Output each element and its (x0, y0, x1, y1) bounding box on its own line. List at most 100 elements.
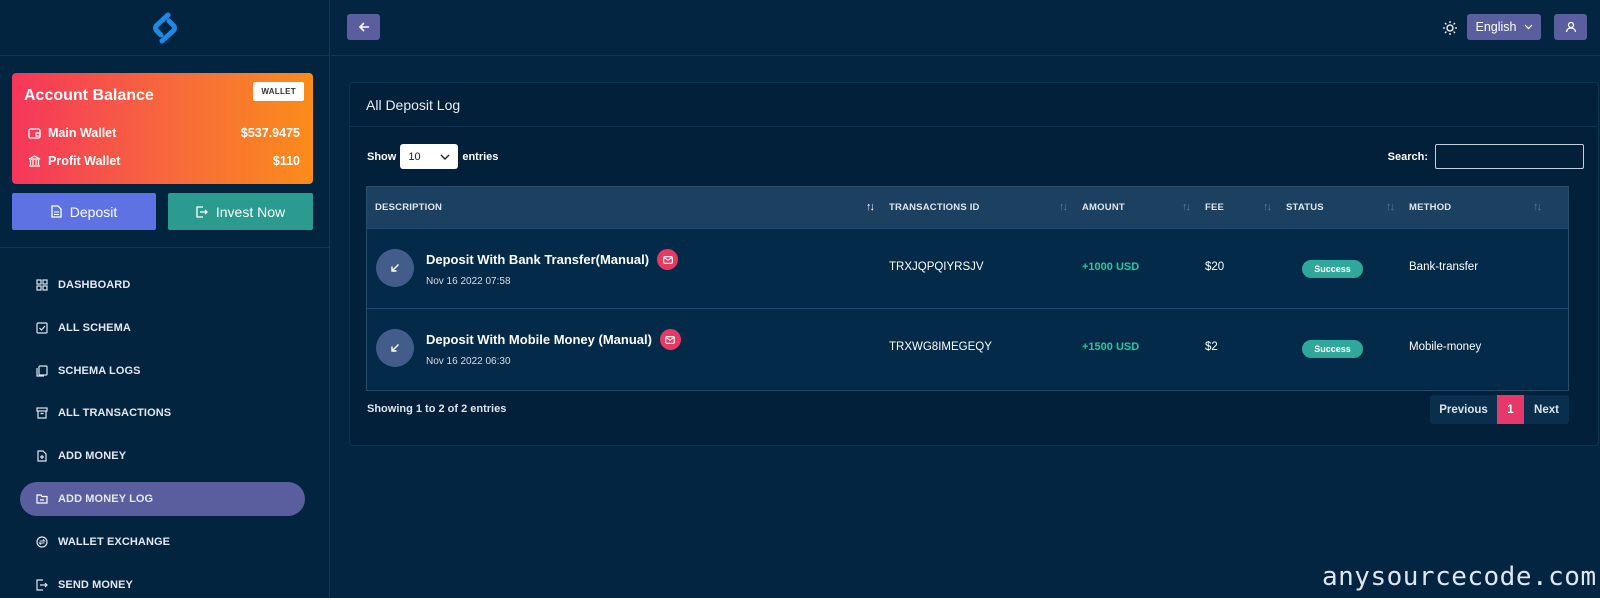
folder-icon (36, 494, 48, 504)
table-info: Showing 1 to 2 of 2 entries (367, 403, 507, 415)
show-label: Show (367, 150, 397, 163)
txn-fee: $2 (1205, 341, 1218, 353)
txn-title-text: Deposit With Mobile Money (Manual) (426, 332, 652, 347)
col-transactions-id[interactable]: TRANSACTIONS ID (889, 187, 980, 228)
invest-now-button[interactable]: Invest Now (168, 193, 313, 230)
table-row: Deposit With Mobile Money (Manual) Nov 1… (367, 308, 1568, 389)
box-arrow-icon (196, 205, 208, 218)
sidebar-item-label: WALLET EXCHANGE (58, 535, 171, 548)
main-wallet-value: $537.9475 (240, 126, 300, 140)
col-status[interactable]: STATUS (1286, 187, 1324, 228)
account-balance-card: Account Balance WALLET Main Wallet $537.… (12, 73, 313, 184)
sidebar-item-all-transactions[interactable]: ALL TRANSACTIONS (20, 396, 305, 430)
sidebar-nav: DASHBOARD ALL SCHEMA SCHEMA LOGS ALL TRA… (20, 268, 305, 598)
sidebar-divider (0, 247, 329, 248)
sidebar: Account Balance WALLET Main Wallet $537.… (0, 0, 330, 598)
mail-icon[interactable] (659, 329, 681, 350)
entries-select-value: 10 (408, 150, 421, 163)
txn-amount: +1500 USD (1082, 341, 1140, 353)
sidebar-item-wallet-exchange[interactable]: WALLET EXCHANGE (20, 525, 305, 559)
table-row: Deposit With Bank Transfer(Manual) Nov 1… (367, 228, 1568, 309)
txn-method: Mobile-money (1409, 341, 1482, 353)
sidebar-item-label: DASHBOARD (58, 279, 131, 291)
file-icon (51, 205, 62, 218)
entries-label: entries (462, 150, 499, 163)
col-method[interactable]: METHOD (1409, 187, 1451, 228)
sidebar-item-all-schema[interactable]: ALL SCHEMA (20, 311, 305, 345)
topbar: English (331, 0, 1600, 56)
user-menu-button[interactable] (1554, 14, 1587, 40)
file-plus-icon (37, 450, 47, 462)
txn-title: Deposit With Bank Transfer(Manual) (426, 249, 679, 270)
dashboard-icon (36, 279, 48, 291)
invest-now-label: Invest Now (215, 203, 286, 220)
back-button[interactable] (347, 14, 380, 40)
pagination: Previous 1 Next (1430, 395, 1569, 424)
txn-amount: +1000 USD (1082, 261, 1140, 273)
col-description[interactable]: DESCRIPTION (375, 187, 442, 228)
theme-toggle-button[interactable] (1440, 18, 1460, 38)
sidebar-item-label: ADD MONEY (58, 450, 127, 463)
sort-icon[interactable]: ↑↓ (1263, 201, 1272, 213)
sort-icon[interactable]: ↑↓ (866, 201, 875, 213)
user-icon (1565, 21, 1576, 33)
send-icon (36, 578, 48, 591)
sidebar-item-add-money[interactable]: ADD MONEY (20, 439, 305, 473)
previous-page-button[interactable]: Previous (1430, 395, 1497, 424)
col-amount[interactable]: AMOUNT (1082, 187, 1125, 228)
next-page-button[interactable]: Next (1524, 395, 1569, 424)
sidebar-item-add-money-log[interactable]: ADD MONEY LOG (20, 481, 305, 516)
watermark: anysourcecode.com (1322, 562, 1597, 592)
copy-icon (36, 364, 48, 377)
profit-wallet-value: $110 (272, 154, 300, 168)
sidebar-item-schema-logs[interactable]: SCHEMA LOGS (20, 354, 305, 388)
sort-icon[interactable]: ↑↓ (1182, 201, 1191, 213)
mail-icon[interactable] (657, 249, 679, 270)
sidebar-item-label: ALL TRANSACTIONS (58, 407, 172, 420)
sort-icon[interactable]: ↑↓ (1386, 201, 1395, 213)
arrow-down-left-icon (391, 264, 399, 272)
card-title: All Deposit Log (350, 83, 1598, 127)
wallet-icon (28, 128, 41, 139)
entries-select[interactable]: 10 (400, 144, 459, 169)
txn-id: TRXWG8IMEGEQY (889, 341, 992, 353)
txn-title-text: Deposit With Bank Transfer(Manual) (426, 252, 650, 267)
txn-method: Bank-transfer (1409, 261, 1479, 273)
status-badge: Success (1302, 340, 1363, 358)
txn-title: Deposit With Mobile Money (Manual) (426, 329, 681, 350)
sidebar-item-label: ALL SCHEMA (58, 321, 131, 334)
sun-icon (1443, 21, 1457, 35)
page-1-button[interactable]: 1 (1497, 395, 1524, 424)
bank-icon (28, 155, 41, 167)
col-fee[interactable]: FEE (1205, 187, 1224, 228)
sidebar-item-label: ADD MONEY LOG (58, 492, 154, 505)
txn-fee: $20 (1205, 261, 1225, 273)
sort-icon[interactable]: ↑↓ (1533, 201, 1542, 213)
table-search: Search: (1388, 144, 1584, 169)
sidebar-item-label: SCHEMA LOGS (58, 364, 141, 377)
txn-direction-icon (376, 249, 414, 287)
sidebar-item-dashboard[interactable]: DASHBOARD (20, 268, 305, 302)
search-input[interactable] (1435, 144, 1584, 169)
wallet-tag[interactable]: WALLET (253, 82, 304, 101)
chevron-down-icon (440, 154, 450, 160)
app-logo-icon[interactable] (148, 11, 182, 45)
txn-id: TRXJQPQIYRSJV (889, 261, 984, 273)
deposit-button[interactable]: Deposit (12, 193, 156, 230)
sidebar-item-send-money[interactable]: SEND MONEY (20, 568, 305, 598)
checkbox-icon (36, 322, 48, 334)
deposit-button-label: Deposit (69, 203, 118, 220)
txn-direction-icon (376, 329, 414, 367)
chevron-down-icon (1524, 24, 1532, 30)
search-label: Search: (1387, 150, 1428, 163)
arrow-left-icon (358, 22, 369, 32)
profit-wallet-row: Profit Wallet $110 (28, 154, 300, 168)
txn-date: Nov 16 2022 07:58 (426, 276, 511, 287)
txn-date: Nov 16 2022 06:30 (426, 356, 511, 367)
archive-icon (36, 407, 48, 419)
main-wallet-row: Main Wallet $537.9475 (28, 126, 300, 140)
entries-length-control: Show 10 entries (367, 144, 498, 169)
arrow-down-left-icon (391, 344, 399, 352)
language-select[interactable]: English (1467, 14, 1541, 40)
sort-icon[interactable]: ↑↓ (1059, 201, 1068, 213)
